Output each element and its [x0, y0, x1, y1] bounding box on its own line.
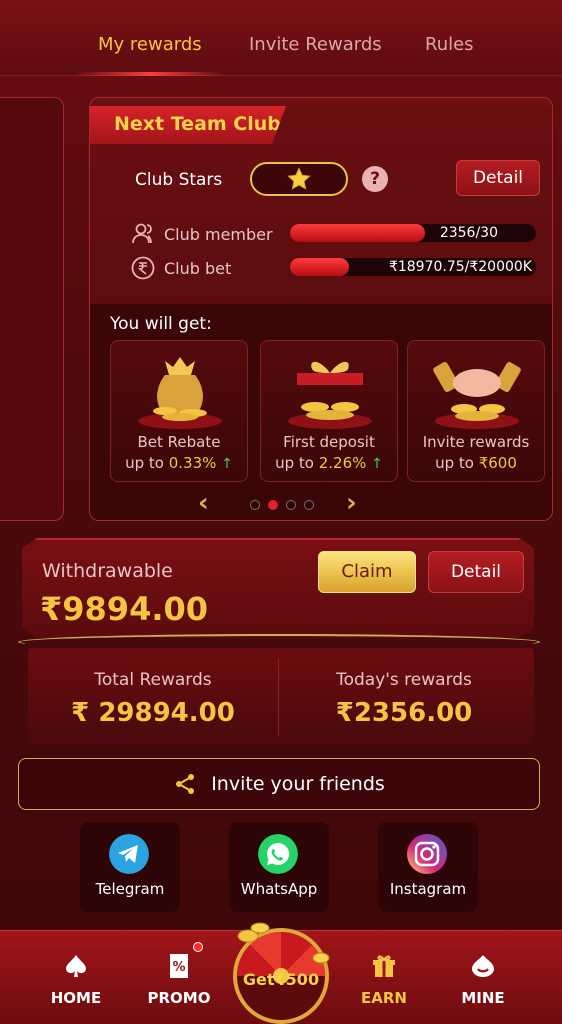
withdrawable-panel: Withdrawable ₹9894.00 Claim Detail [22, 538, 534, 638]
reward-card-invite-rewards[interactable]: Invite rewards up to ₹600 [407, 340, 545, 482]
todays-rewards-label: Today's rewards [336, 670, 472, 690]
club-card: Next Team Club Club Stars ? Detail Club … [89, 97, 553, 521]
reward-title: Invite rewards [422, 433, 530, 451]
claim-button[interactable]: Claim [318, 551, 416, 593]
todays-rewards-value: ₹2356.00 [335, 698, 473, 728]
carousel-dot[interactable] [286, 500, 296, 510]
rewards-carousel: You will get: Bet Rebate up to 0.33% ↑ F… [90, 304, 552, 520]
club-bet-progress: ₹18970.75/₹20000K [290, 258, 536, 276]
rupee-coin-icon [131, 256, 155, 280]
club-member-row: Club member 2356/30 [130, 220, 550, 248]
telegram-icon [109, 834, 149, 874]
share-icon [176, 774, 195, 794]
app-root: My rewards Invite Rewards Rules Next Tea… [0, 0, 562, 1024]
instagram-icon [407, 834, 447, 874]
nav-mine[interactable]: MINE [443, 951, 523, 1007]
carousel-dot-active[interactable] [268, 500, 278, 510]
withdrawable-label: Withdrawable [42, 560, 173, 582]
up-arrow-icon: ↑ [371, 456, 383, 472]
active-tab-indicator [75, 72, 225, 76]
tab-my-rewards[interactable]: My rewards [98, 34, 202, 55]
help-icon[interactable]: ? [362, 166, 388, 192]
star-icon [287, 167, 311, 190]
carousel-dot[interactable] [304, 500, 314, 510]
rewards-totals: Total Rewards ₹ 29894.00 Today's rewards… [28, 648, 534, 744]
total-rewards-value: ₹ 29894.00 [71, 698, 235, 728]
withdraw-detail-button[interactable]: Detail [428, 551, 524, 593]
reward-title: First deposit [283, 433, 375, 451]
club-title-banner: Next Team Club [90, 106, 286, 144]
reward-subtitle: up to 0.33% ↑ [125, 454, 233, 472]
nav-earn-label: EARN [361, 989, 407, 1007]
money-bag-icon [138, 357, 222, 429]
handshake-icon [433, 361, 521, 429]
reward-title: Bet Rebate [137, 433, 221, 451]
share-whatsapp[interactable]: WhatsApp [229, 822, 329, 912]
promo-notification-dot [193, 942, 203, 952]
todays-rewards: Today's rewards ₹2356.00 [279, 648, 529, 744]
share-instagram[interactable]: Instagram [378, 822, 478, 912]
profile-icon [472, 955, 494, 977]
reward-subtitle: up to 2.26% ↑ [275, 454, 383, 472]
get-bonus-label[interactable]: Get₹500 [232, 970, 330, 989]
tab-rules[interactable]: Rules [425, 34, 474, 55]
instagram-label: Instagram [389, 880, 467, 898]
withdrawable-amount: ₹9894.00 [40, 590, 209, 628]
total-rewards: Total Rewards ₹ 29894.00 [28, 648, 278, 744]
club-detail-button[interactable]: Detail [456, 160, 540, 196]
club-title: Next Team Club [114, 113, 281, 135]
coupon-icon: % [170, 954, 188, 978]
svg-text:%: % [172, 960, 185, 975]
reward-card-first-deposit[interactable]: First deposit up to 2.26% ↑ [260, 340, 398, 482]
club-member-label: Club member [164, 224, 273, 244]
club-member-value: 2356/30 [439, 225, 498, 241]
gift-icon [373, 955, 395, 977]
reward-card-bet-rebate[interactable]: Bet Rebate up to 0.33% ↑ [110, 340, 248, 482]
invite-friends-label: Invite your friends [211, 773, 385, 795]
nav-promo-label: PROMO [147, 989, 211, 1007]
club-bet-row: Club bet ₹18970.75/₹20000K [130, 254, 550, 282]
telegram-label: Telegram [95, 880, 165, 898]
previous-club-card[interactable] [0, 97, 64, 521]
whatsapp-label: WhatsApp [240, 880, 318, 898]
reward-subtitle: up to ₹600 [435, 454, 517, 472]
nav-home[interactable]: HOME [36, 951, 116, 1007]
carousel-prev-icon[interactable]: ‹ [198, 488, 209, 518]
club-bet-progress-fill [290, 258, 350, 276]
up-arrow-icon: ↑ [221, 456, 233, 472]
whatsapp-icon [258, 834, 298, 874]
nav-earn[interactable]: EARN [344, 951, 424, 1007]
invite-friends-button[interactable]: Invite your friends [18, 758, 540, 810]
share-telegram[interactable]: Telegram [80, 822, 180, 912]
nav-mine-label: MINE [461, 989, 505, 1007]
total-rewards-label: Total Rewards [94, 670, 212, 690]
club-member-progress-fill [290, 224, 426, 242]
club-bet-label: Club bet [164, 258, 232, 278]
nav-home-label: HOME [50, 989, 102, 1007]
carousel-dot[interactable] [250, 500, 260, 510]
rewards-heading: You will get: [110, 314, 212, 334]
club-bet-value: ₹18970.75/₹20000K [388, 259, 532, 275]
nav-promo[interactable]: % PROMO [139, 951, 219, 1007]
club-stars-label: Club Stars [135, 170, 223, 190]
spade-icon [66, 955, 86, 977]
carousel-next-icon[interactable]: › [346, 488, 357, 518]
club-member-progress: 2356/30 [290, 224, 536, 242]
club-stars-badge [250, 162, 348, 196]
tab-invite-rewards[interactable]: Invite Rewards [249, 34, 382, 55]
users-icon [132, 223, 152, 244]
top-tabs: My rewards Invite Rewards Rules [0, 0, 562, 76]
gift-box-icon [288, 361, 372, 429]
